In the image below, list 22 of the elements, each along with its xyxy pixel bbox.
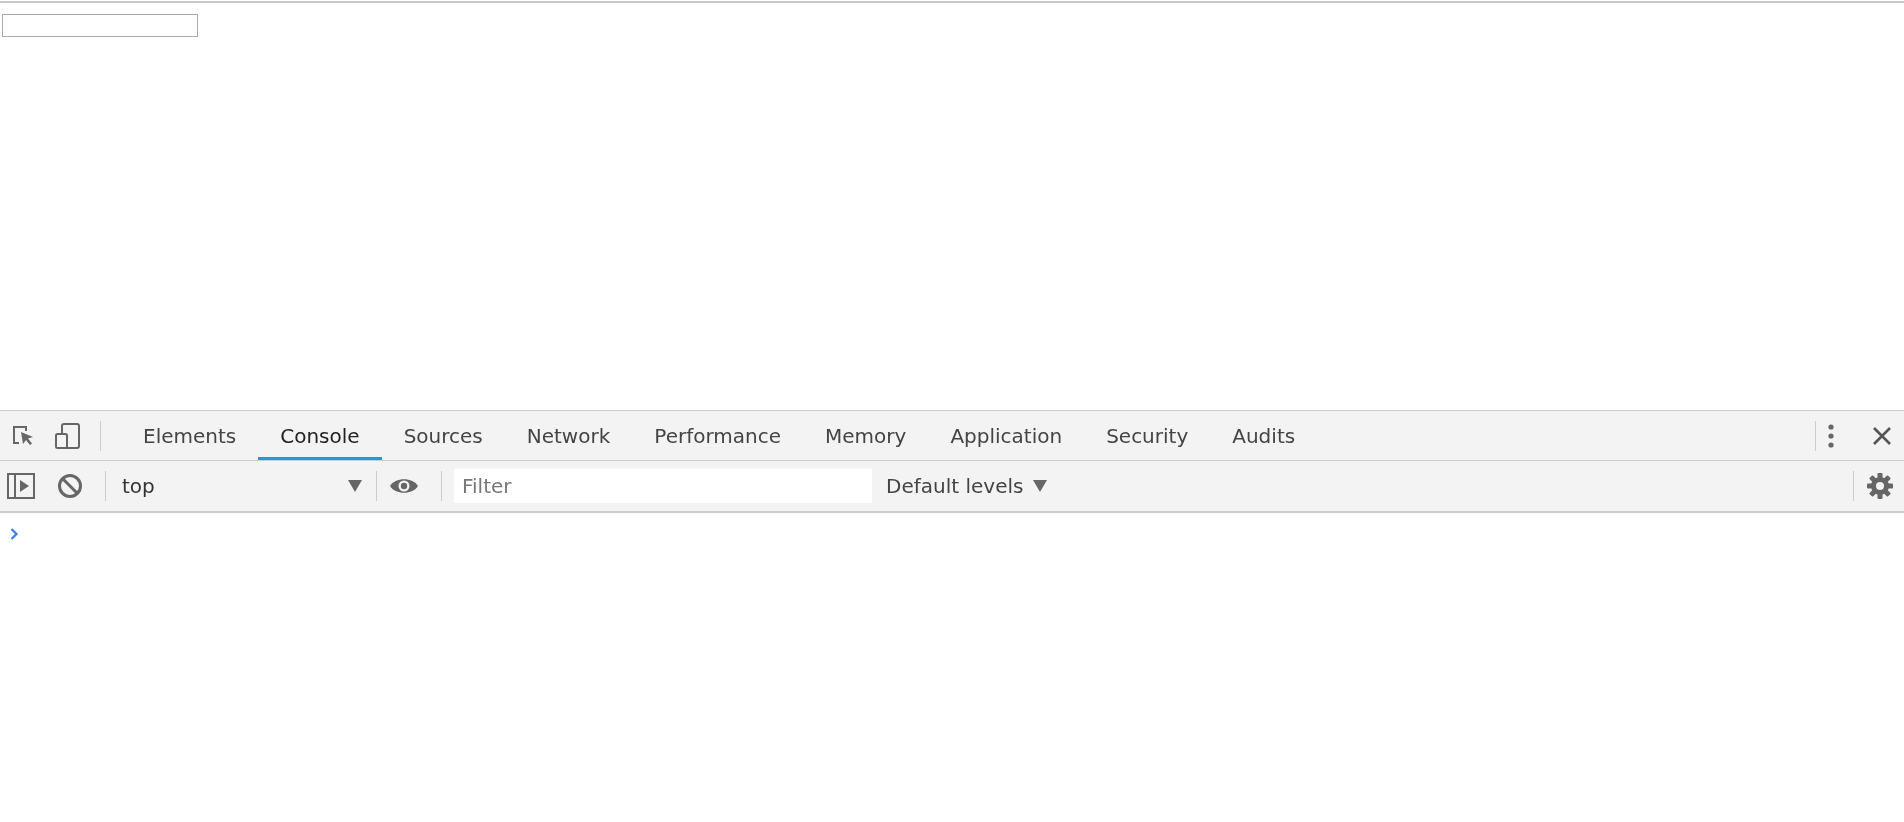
- dropdown-arrow-icon: [1033, 480, 1048, 492]
- device-icon[interactable]: [54, 421, 82, 450]
- levels-dropdown[interactable]: Default levels: [886, 474, 1048, 498]
- tab[interactable]: Application: [928, 411, 1085, 460]
- input-field[interactable]: [2, 14, 198, 37]
- settings-icon[interactable]: [1866, 472, 1894, 500]
- tab[interactable]: Sources: [381, 411, 505, 460]
- tab[interactable]: Performance: [632, 411, 804, 460]
- more-options-icon[interactable]: [1828, 423, 1834, 448]
- tab[interactable]: Security: [1084, 411, 1211, 460]
- context-dropdown[interactable]: top: [118, 474, 362, 498]
- tab[interactable]: Audits: [1210, 411, 1318, 460]
- tab[interactable]: Memory: [803, 411, 929, 460]
- eye-icon[interactable]: [389, 476, 419, 496]
- clear-icon[interactable]: [57, 473, 83, 499]
- tab[interactable]: Network: [504, 411, 633, 460]
- filter-field[interactable]: Filter: [454, 469, 872, 503]
- prompt-icon: [10, 528, 19, 540]
- sidebar-toggle-icon[interactable]: [7, 473, 35, 499]
- tab[interactable]: Elements: [121, 411, 259, 460]
- dropdown-arrow-icon: [348, 480, 362, 492]
- close-icon[interactable]: [1872, 425, 1892, 446]
